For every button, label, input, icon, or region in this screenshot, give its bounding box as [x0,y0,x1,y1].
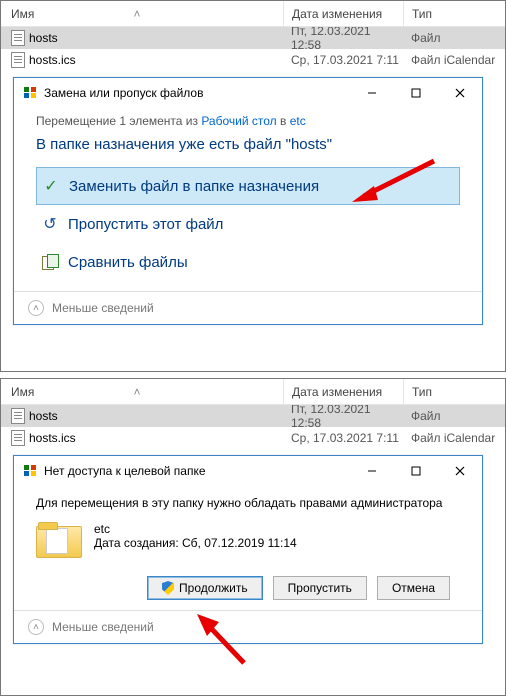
file-row[interactable]: hosts Пт, 12.03.2021 12:58 Файл [1,27,505,49]
option-label: Сравнить файлы [68,254,188,271]
source-link[interactable]: Рабочий стол [201,114,276,128]
folder-icon [36,522,80,558]
dialog-title: Замена или пропуск файлов [44,86,350,100]
chevron-up-icon[interactable]: ˄ [28,300,44,316]
less-details[interactable]: Меньше сведений [52,301,154,315]
folder-info: etc Дата создания: Сб, 07.12.2019 11:14 [36,522,460,558]
file-type: Файл iCalendar [403,53,505,67]
file-type: Файл [403,31,505,45]
dest-link[interactable]: etc [290,114,306,128]
uac-dialog: Нет доступа к целевой папке Для перемеще… [13,455,483,644]
file-date: Пт, 12.03.2021 12:58 [283,402,403,430]
minimize-button[interactable] [350,79,394,107]
file-icon [11,52,25,68]
file-row[interactable]: hosts Пт, 12.03.2021 12:58 Файл [1,405,505,427]
less-details[interactable]: Меньше сведений [52,620,154,634]
option-label: Пропустить этот файл [68,216,223,233]
skip-icon: ↺ [42,216,58,232]
move-description: Перемещение 1 элемента из Рабочий стол в… [36,114,460,128]
close-button[interactable] [438,79,482,107]
compare-icon [42,254,58,270]
close-button[interactable] [438,457,482,485]
copy-icon [24,87,38,99]
dialog-titlebar: Нет доступа к целевой папке [14,456,482,486]
minimize-button[interactable] [350,457,394,485]
annotation-arrow-icon [189,608,259,668]
explorer-panel-bottom: Имя ˄ Дата изменения Тип hosts Пт, 12.03… [0,378,506,696]
file-icon [11,408,25,424]
conflict-headline: В папке назначения уже есть файл "hosts" [36,136,460,153]
folder-created: Дата создания: Сб, 07.12.2019 11:14 [94,536,297,550]
file-date: Ср, 17.03.2021 7:11 [283,431,403,445]
dialog-titlebar: Замена или пропуск файлов [14,78,482,108]
col-name[interactable]: Имя [11,7,283,21]
cancel-button[interactable]: Отмена [377,576,450,600]
copy-icon [24,465,38,477]
annotation-arrow-icon [344,156,444,206]
dialog-title: Нет доступа к целевой папке [44,464,350,478]
file-date: Ср, 17.03.2021 7:11 [283,53,403,67]
sort-chevron-up-icon: ˄ [131,1,143,27]
uac-shield-icon [162,581,174,595]
file-name: hosts [29,409,58,423]
file-name: hosts [29,31,58,45]
file-row[interactable]: hosts.ics Ср, 17.03.2021 7:11 Файл iCale… [1,427,505,449]
dialog-footer: ˄ Меньше сведений [14,291,482,324]
uac-message: Для перемещения в эту папку нужно облада… [36,496,460,510]
file-name: hosts.ics [29,53,76,67]
col-name[interactable]: Имя [11,385,283,399]
chevron-up-icon[interactable]: ˄ [28,619,44,635]
column-headers: Имя ˄ Дата изменения Тип [1,1,505,27]
button-label: Пропустить [288,581,352,595]
option-label: Заменить файл в папке назначения [69,178,319,195]
explorer-panel-top: Имя ˄ Дата изменения Тип hosts Пт, 12.03… [0,0,506,372]
folder-name: etc [94,522,297,536]
skip-button[interactable]: Пропустить [273,576,367,600]
sort-chevron-up-icon: ˄ [131,379,143,405]
file-icon [11,430,25,446]
file-type: Файл iCalendar [403,431,505,445]
replace-dialog: Замена или пропуск файлов Перемещение 1 … [13,77,483,325]
option-skip[interactable]: ↺ Пропустить этот файл [36,205,460,243]
button-label: Продолжить [179,581,248,595]
col-type[interactable]: Тип [403,379,505,404]
file-name: hosts.ics [29,431,76,445]
check-icon: ✓ [43,178,59,194]
col-type[interactable]: Тип [403,1,505,26]
file-icon [11,30,25,46]
column-headers: Имя ˄ Дата изменения Тип [1,379,505,405]
file-row[interactable]: hosts.ics Ср, 17.03.2021 7:11 Файл iCale… [1,49,505,71]
col-date[interactable]: Дата изменения [283,1,403,26]
maximize-button[interactable] [394,79,438,107]
col-date[interactable]: Дата изменения [283,379,403,404]
button-label: Отмена [392,581,435,595]
option-compare[interactable]: Сравнить файлы [36,243,460,281]
maximize-button[interactable] [394,457,438,485]
file-date: Пт, 12.03.2021 12:58 [283,24,403,52]
file-type: Файл [403,409,505,423]
continue-button[interactable]: Продолжить [147,576,263,600]
